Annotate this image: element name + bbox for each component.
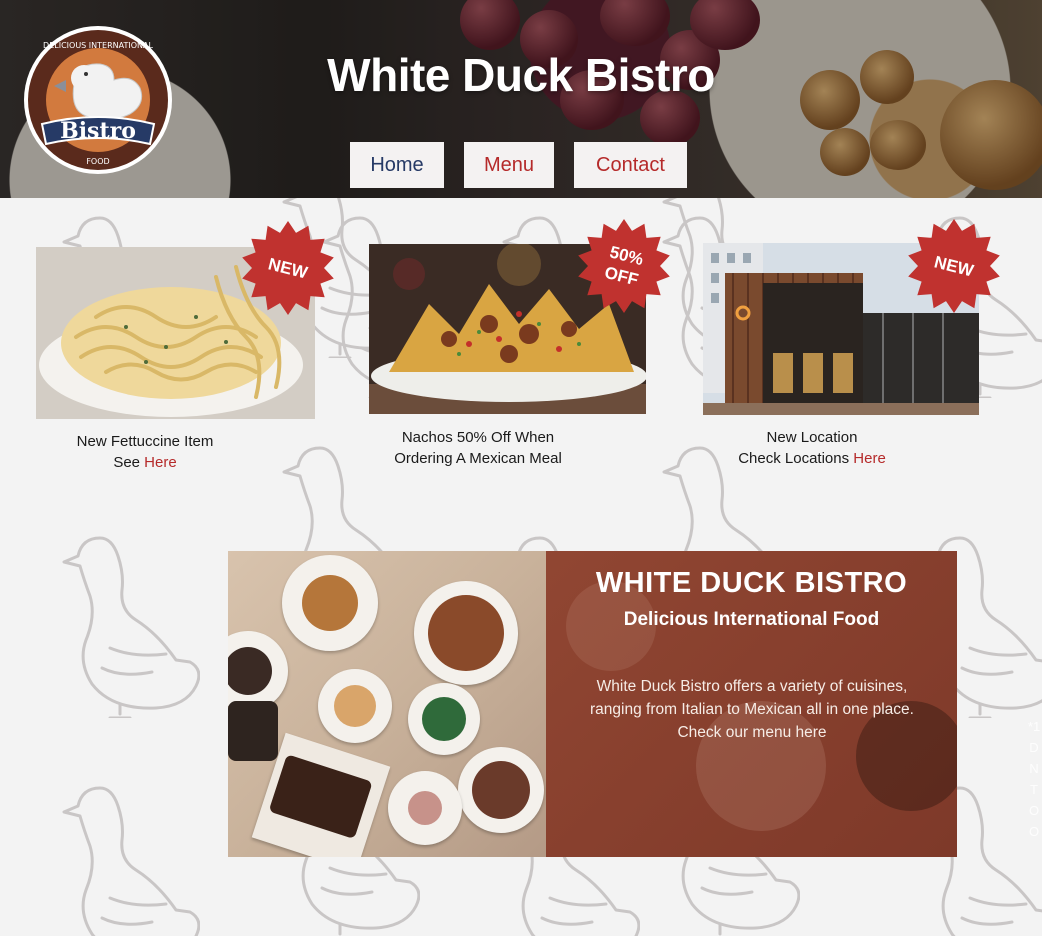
duck-outline-icon	[62, 786, 200, 936]
promo-caption: Nachos 50% Off When Ordering A Mexican M…	[394, 429, 562, 467]
duck-outline-icon	[62, 536, 200, 718]
svg-text:Bistro: Bistro	[60, 118, 136, 144]
nav-contact-button[interactable]: Contact	[574, 142, 687, 188]
promo-caption: New Fettuccine Item See Here	[76, 433, 214, 471]
site-header: Bistro DELICIOUS INTERNATIONAL FOOD Whit…	[0, 0, 1042, 198]
banner-title: WHITE DUCK BISTRO	[595, 567, 908, 599]
banner-food-photo	[228, 551, 546, 857]
banner-subtitle: Delicious International Food	[623, 609, 880, 630]
menu-link-text[interactable]: Check our menu here	[558, 721, 946, 744]
promo-caption: New Location Check Locations Here	[738, 429, 886, 467]
fettuccine-here-link[interactable]: Here	[144, 454, 177, 471]
site-title: White Duck Bistro	[327, 49, 715, 101]
main-nav: Home Menu Contact	[0, 142, 1042, 188]
side-vertical-text: *1 D N T O O	[1028, 719, 1041, 839]
nav-home-button[interactable]: Home	[350, 142, 444, 188]
about-banner[interactable]: WHITE DUCK BISTRO Delicious Internationa…	[228, 551, 957, 857]
locations-here-link[interactable]: Here	[853, 450, 886, 467]
banner-description: White Duck Bistro offers a variety of cu…	[558, 675, 946, 744]
nav-menu-button[interactable]: Menu	[464, 142, 554, 188]
